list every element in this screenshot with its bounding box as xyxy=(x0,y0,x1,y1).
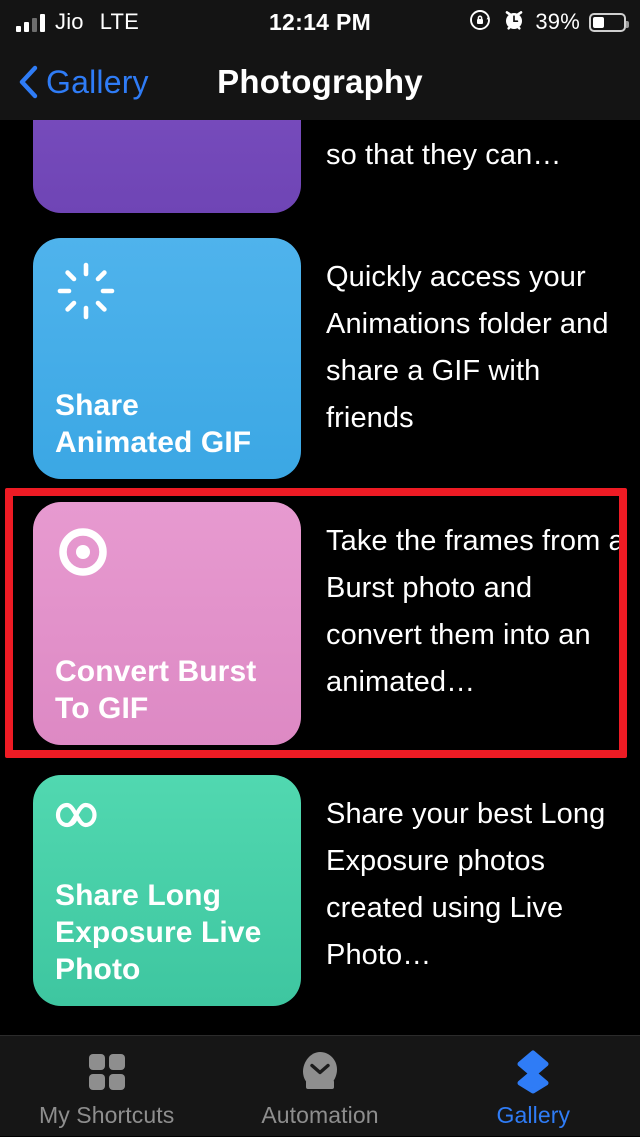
chevron-left-icon xyxy=(18,65,38,99)
tab-bar[interactable]: My Shortcuts Automation Gallery xyxy=(0,1035,640,1136)
tab-label: Gallery xyxy=(496,1102,571,1128)
stacked-diamonds-icon xyxy=(509,1050,557,1094)
bullseye-target-icon xyxy=(55,524,117,586)
navigation-bar: Photography Gallery xyxy=(0,44,640,120)
sparkle-burst-icon xyxy=(55,260,117,322)
shortcut-card[interactable]: Convert Burst To GIF xyxy=(33,502,301,745)
shortcuts-list[interactable]: Profile so that they can… xyxy=(0,120,640,1035)
shortcut-description: Share your best Long Exposure photos cre… xyxy=(326,798,606,971)
shortcut-card[interactable]: Share Animated GIF xyxy=(33,238,301,479)
status-bar-right: 39% xyxy=(469,0,629,44)
shortcut-card[interactable]: Share Long Exposure Live Photo xyxy=(33,775,301,1006)
battery-percent-label: 39% xyxy=(535,9,580,34)
shortcut-card[interactable]: Profile xyxy=(33,120,301,213)
list-item[interactable]: Share Long Exposure Live Photo Share you… xyxy=(0,775,640,1006)
shortcut-description: so that they can… xyxy=(326,139,562,171)
back-button-label: Gallery xyxy=(46,63,149,100)
shortcut-title: Convert Burst To GIF xyxy=(55,655,257,725)
clock-automation-icon xyxy=(296,1050,344,1094)
list-item[interactable]: Share Animated GIF Quickly access your A… xyxy=(0,238,640,479)
tab-my-shortcuts[interactable]: My Shortcuts xyxy=(0,1036,213,1137)
grid-squares-icon xyxy=(83,1050,131,1094)
battery-icon xyxy=(589,12,629,32)
list-item[interactable]: Convert Burst To GIF Take the frames fro… xyxy=(0,502,640,745)
alarm-clock-icon xyxy=(502,8,526,37)
shortcut-description: Take the frames from a Burst photo and c… xyxy=(326,525,625,698)
back-button[interactable]: Gallery xyxy=(18,44,149,120)
list-item[interactable]: Profile so that they can… xyxy=(0,120,640,213)
tab-gallery[interactable]: Gallery xyxy=(427,1036,640,1137)
shortcut-title: Share Long Exposure Live Photo xyxy=(55,879,262,986)
tab-label: Automation xyxy=(261,1102,379,1128)
rotation-lock-icon xyxy=(469,8,493,37)
tab-automation[interactable]: Automation xyxy=(213,1036,426,1137)
infinity-icon xyxy=(55,797,117,845)
shortcut-description: Quickly access your Animations folder an… xyxy=(326,261,609,434)
tab-label: My Shortcuts xyxy=(38,1102,175,1128)
shortcut-title: Share Animated GIF xyxy=(55,389,252,459)
status-bar: Jio LTE 12:14 PM 39% xyxy=(0,0,640,44)
